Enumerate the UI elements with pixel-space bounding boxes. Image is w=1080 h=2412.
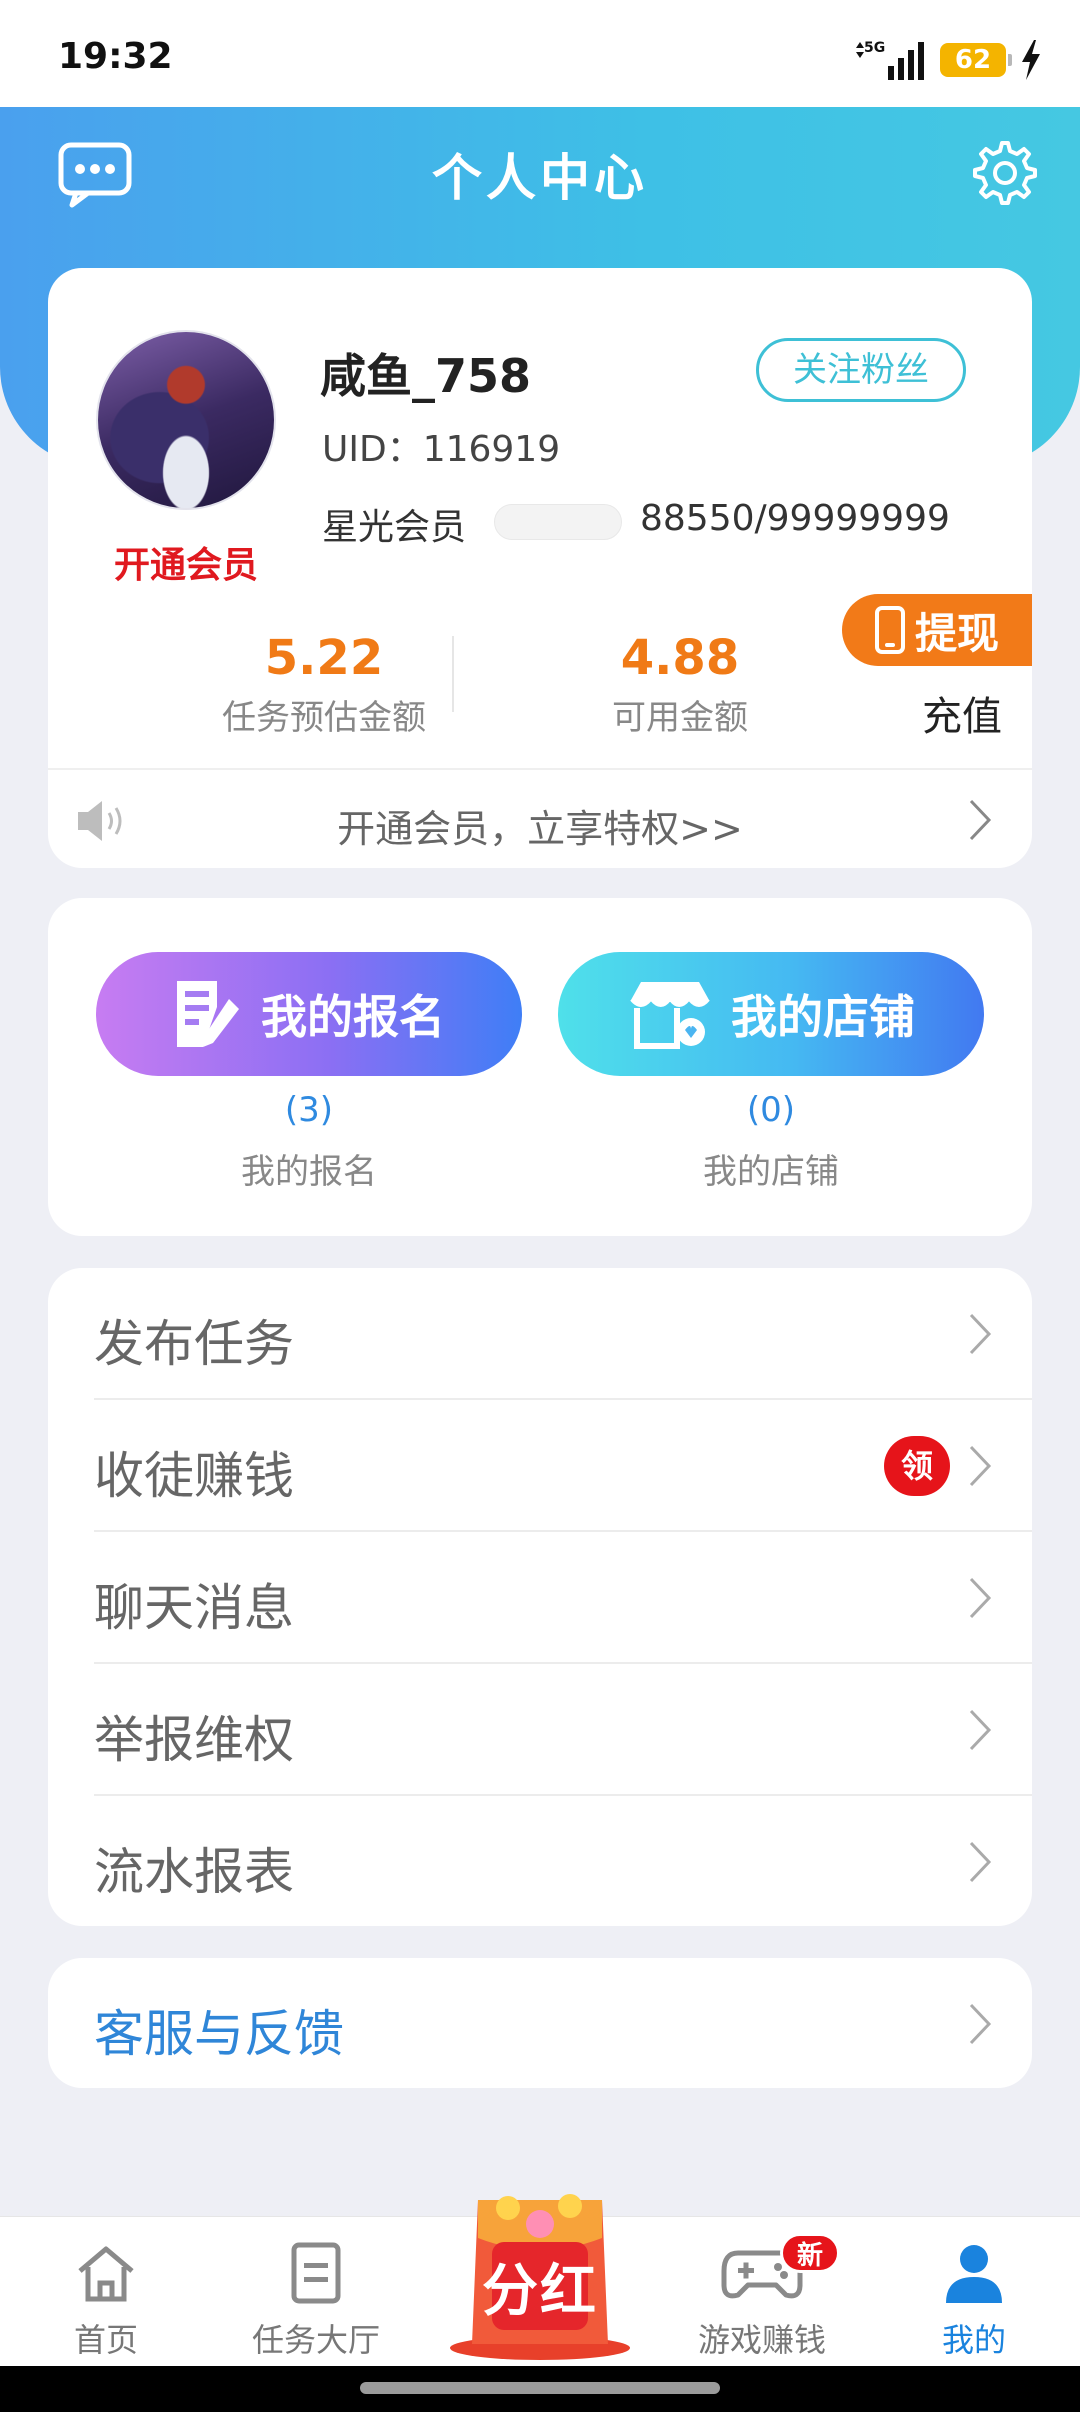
task-estimated-amount-label: 任务预估金额 [222,698,426,738]
signup-count: (3) [284,1090,334,1130]
available-amount-label: 可用金额 [612,698,748,738]
task-estimated-amount: 5.22 [264,630,384,686]
withdraw-button[interactable]: 提现 [842,594,1032,666]
withdraw-label: 提现 [914,608,999,658]
user-icon [946,2245,1002,2303]
personal-center-page: 19:32 5G 62 个人中心 开通会员 咸鱼_758 关注粉丝 UID：11… [0,0,1080,2412]
menu-item-chat-messages[interactable]: 聊天消息 [48,1532,1032,1664]
chevron-right-icon [969,799,992,841]
avatar[interactable] [96,330,276,510]
username: 咸鱼_758 [320,349,532,403]
menu-item-label: 流水报表 [94,1843,294,1901]
menu-item-label: 发布任务 [94,1315,294,1373]
charging-icon [1022,40,1040,80]
home-indicator[interactable] [360,2382,720,2394]
menu-item-label: 聊天消息 [94,1579,294,1637]
member-level: 星光会员 [322,507,467,548]
menu-item-publish-task[interactable]: 发布任务 [48,1268,1032,1400]
edit-form-icon [177,981,239,1047]
chevron-right-icon [969,1841,992,1883]
chevron-right-icon [969,1313,992,1355]
signal-icon: 5G [856,40,924,80]
my-store-button-label: 我的店铺 [731,990,915,1044]
menu-item-recruit-earn[interactable]: 收徒赚钱 领 [48,1400,1032,1532]
new-badge: 新 [780,2233,840,2273]
menu-item-transaction-report[interactable]: 流水报表 [48,1796,1032,1926]
my-store-button[interactable]: 我的店铺 [558,952,984,1076]
task-list-icon [291,2242,341,2304]
home-icon [78,2246,134,2302]
vip-notice-text: 开通会员，立享特权>> [337,807,743,851]
user-uid: UID：116919 [322,429,561,470]
profile-card: 开通会员 咸鱼_758 关注粉丝 UID：116919 星光会员 88550/9… [48,268,1032,868]
phone-icon [874,606,905,654]
battery-indicator: 62 [940,43,1012,77]
my-signup-button-label: 我的报名 [261,990,445,1044]
chevron-right-icon [969,1709,992,1751]
follow-fans-button[interactable]: 关注粉丝 [756,338,966,402]
status-indicators: 5G 62 [854,38,1042,82]
store-icon [630,982,710,1049]
vip-notice-bar[interactable]: 开通会员，立享特权>> [48,768,1032,868]
menu-item-report-rights[interactable]: 举报维权 [48,1664,1032,1796]
dividend-label: 分红 [482,2259,598,2324]
dividend-button[interactable]: 分红 [448,2180,632,2362]
chevron-right-icon [969,2003,992,2045]
nav-home-label: 首页 [73,2321,138,2359]
my-actions-card: 我的报名 (3) 我的报名 我的店铺 (0) 我的店铺 [48,898,1032,1236]
recharge-link[interactable]: 充值 [922,684,1002,742]
gear-icon[interactable] [972,140,1038,206]
menu-item-label: 举报维权 [94,1711,294,1769]
status-bar: 19:32 5G 62 [0,0,1080,107]
open-vip-link[interactable]: 开通会员 [48,536,324,588]
store-count: (0) [746,1090,796,1130]
member-progress-value: 88550/99999999 [640,498,950,539]
nav-mine-label: 我的 [941,2321,1006,2359]
nav-task-hall-label: 任务大厅 [251,2321,380,2359]
available-amount: 4.88 [620,630,740,686]
amount-divider [452,636,454,712]
store-count-label: 我的店铺 [703,1152,839,1192]
chevron-right-icon [969,1445,992,1487]
chevron-right-icon [969,1577,992,1619]
customer-service-card[interactable]: 客服与反馈 [48,1958,1032,2088]
claim-badge: 领 [884,1436,950,1496]
svg-text:5G: 5G [864,40,885,56]
nav-game-earn-label: 游戏赚钱 [697,2321,826,2359]
status-time: 19:32 [58,36,173,77]
my-signup-button[interactable]: 我的报名 [96,952,522,1076]
member-progress-bar [494,504,622,540]
page-title: 个人中心 [432,149,648,207]
menu-item-label: 收徒赚钱 [94,1447,294,1505]
menu-card: 发布任务 收徒赚钱 领 聊天消息 举报维权 流水报表 [48,1268,1032,1926]
customer-service-label: 客服与反馈 [94,2005,344,2063]
signup-count-label: 我的报名 [241,1152,377,1192]
